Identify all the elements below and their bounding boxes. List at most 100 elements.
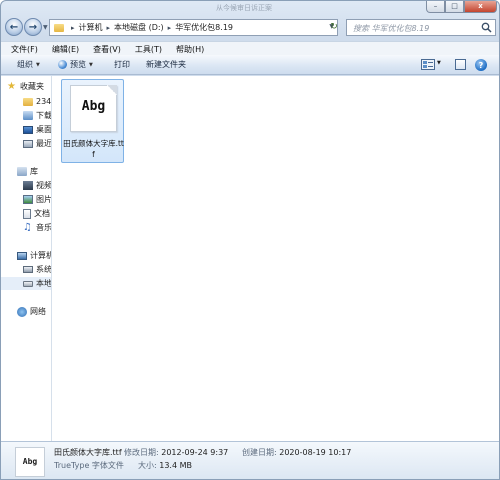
nav-item-system-drive[interactable]: 系统 <box>23 263 52 276</box>
preview-label: 预览 <box>70 60 86 69</box>
details-pane: Abg 田氏颜体大字库.ttf TrueType 字体文件 修改日期: 2012… <box>1 441 499 479</box>
file-item-font[interactable]: Abg 田氏颜体大字库.ttf <box>61 79 124 163</box>
pictures-icon <box>23 195 33 204</box>
details-thumb-text: Abg <box>22 457 38 466</box>
downloads-icon <box>23 111 33 120</box>
breadcrumb-computer[interactable]: 计算机 <box>79 22 103 33</box>
nav-item-videos[interactable]: 视频 <box>23 179 52 192</box>
menu-tools[interactable]: 工具(T) <box>125 42 166 55</box>
modified-label: 修改日期: <box>124 448 159 457</box>
nav-network[interactable]: 网络 <box>17 305 46 318</box>
preview-button[interactable]: 预览 ▼ <box>58 59 93 70</box>
modified-value: 2012-09-24 9:37 <box>161 448 229 457</box>
nav-item-documents[interactable]: 文档 <box>23 207 50 220</box>
explorer-window: 从今候审日诉正案 – □ x ← → ▼ ▸ 计算机 ▸ 本地磁盘 (D:) ▸… <box>0 0 500 480</box>
nav-item-recent[interactable]: 最近 <box>23 137 51 150</box>
video-icon <box>23 181 33 190</box>
computer-icon <box>17 251 27 260</box>
created-value: 2020-08-19 10:17 <box>279 448 352 457</box>
caret-down-icon: ▼ <box>89 61 93 68</box>
organize-button[interactable]: 组织 ▼ <box>17 59 40 70</box>
preview-icon <box>58 60 67 69</box>
details-file-name: 田氏颜体大字库.ttf <box>54 448 122 457</box>
drive-icon <box>23 280 33 287</box>
command-bar: 组织 ▼ 预览 ▼ 打印 新建文件夹 ▼ ? <box>1 55 499 75</box>
back-button[interactable]: ← <box>5 18 23 36</box>
folder-icon <box>23 97 33 106</box>
file-name: 田氏颜体大字库.ttf <box>63 139 124 159</box>
nav-label: 库 <box>30 167 38 176</box>
change-view-icon[interactable] <box>421 59 435 70</box>
maximize-button[interactable]: □ <box>445 1 464 13</box>
nav-label: 图片 <box>36 195 52 204</box>
nav-item-downloads[interactable]: 下载 <box>23 109 51 122</box>
recent-places-icon <box>23 139 33 148</box>
folder-icon <box>54 23 64 32</box>
minimize-button[interactable]: – <box>426 1 445 13</box>
print-button[interactable]: 打印 <box>114 59 130 70</box>
title-bar[interactable]: 从今候审日诉正案 – □ x <box>1 1 499 15</box>
caption-buttons: – □ x <box>426 1 497 13</box>
nav-libraries[interactable]: 库 <box>17 165 38 178</box>
search-icon[interactable] <box>481 22 492 33</box>
desktop-icon <box>23 125 33 134</box>
organize-label: 组织 <box>17 60 33 69</box>
chevron-right-icon[interactable]: ▸ <box>168 24 172 32</box>
print-label: 打印 <box>114 60 130 69</box>
arrow-left-icon: ← <box>9 21 19 33</box>
nav-item-pictures[interactable]: 图片 <box>23 193 52 206</box>
file-list[interactable]: Abg 田氏颜体大字库.ttf <box>53 76 499 441</box>
refresh-button[interactable]: ↻ <box>328 20 340 33</box>
details-thumbnail: Abg <box>15 447 45 477</box>
recent-pages-dropdown[interactable]: ▼ <box>43 24 48 31</box>
nav-label: 计算机 <box>30 251 52 260</box>
address-bar[interactable]: ▸ 计算机 ▸ 本地磁盘 (D:) ▸ 华军优化包8.19 ▼ <box>49 19 338 36</box>
menu-view[interactable]: 查看(V) <box>83 42 125 55</box>
size-value: 13.4 MB <box>159 461 192 470</box>
nav-item-234[interactable]: 234 <box>23 95 51 108</box>
menu-bar: 文件(F) 编辑(E) 查看(V) 工具(T) 帮助(H) <box>1 41 499 55</box>
search-input[interactable]: 搜索 华军优化包8.19 <box>346 19 496 36</box>
nav-favorites[interactable]: ★ 收藏夹 <box>7 80 44 93</box>
details-modified: 修改日期: 2012-09-24 9:37 <box>124 447 228 458</box>
chevron-right-icon[interactable]: ▸ <box>107 24 111 32</box>
menu-edit[interactable]: 编辑(E) <box>42 42 83 55</box>
nav-label: 桌面 <box>36 125 52 134</box>
breadcrumb-drive-d[interactable]: 本地磁盘 (D:) <box>114 22 164 33</box>
navigation-pane[interactable]: ★ 收藏夹 234 下载 桌面 最近 库 视频 图片 文档 ♫ 音乐 计算机 系… <box>1 76 52 441</box>
nav-label: 文档 <box>34 209 50 218</box>
caret-down-icon: ▼ <box>36 61 40 68</box>
preview-pane-icon[interactable] <box>455 59 466 70</box>
details-file-type: TrueType 字体文件 <box>54 461 124 470</box>
nav-item-desktop[interactable]: 桌面 <box>23 123 52 136</box>
forward-button[interactable]: → <box>24 18 42 36</box>
view-dropdown-icon[interactable]: ▼ <box>437 60 441 66</box>
menu-file[interactable]: 文件(F) <box>1 42 42 55</box>
nav-label: 本地 <box>36 279 52 288</box>
arrow-right-icon: → <box>28 21 38 33</box>
help-icon[interactable]: ? <box>475 59 487 71</box>
music-icon: ♫ <box>23 221 32 233</box>
font-preview-text: Abg <box>81 99 106 114</box>
close-button[interactable]: x <box>464 1 497 13</box>
refresh-icon: ↻ <box>330 21 338 32</box>
breadcrumb-folder[interactable]: 华军优化包8.19 <box>175 22 233 33</box>
new-folder-button[interactable]: 新建文件夹 <box>146 59 186 70</box>
menu-help[interactable]: 帮助(H) <box>166 42 208 55</box>
chevron-right-icon[interactable]: ▸ <box>71 24 75 32</box>
network-icon <box>17 306 27 317</box>
nav-label: 系统 <box>36 265 52 274</box>
nav-item-local-drive[interactable]: 本地 <box>1 277 52 290</box>
nav-item-music[interactable]: ♫ 音乐 <box>23 221 51 234</box>
search-placeholder: 搜索 华军优化包8.19 <box>353 24 430 33</box>
nav-computer[interactable]: 计算机 <box>17 249 52 262</box>
star-icon: ★ <box>7 80 16 92</box>
font-thumbnail: Abg <box>70 85 117 132</box>
page-fold <box>107 85 117 95</box>
nav-label: 视频 <box>36 181 52 190</box>
drive-icon <box>23 266 33 273</box>
document-icon <box>23 208 31 219</box>
created-label: 创建日期: <box>242 448 277 457</box>
details-size: 大小: 13.4 MB <box>138 460 192 471</box>
library-icon <box>17 167 27 176</box>
